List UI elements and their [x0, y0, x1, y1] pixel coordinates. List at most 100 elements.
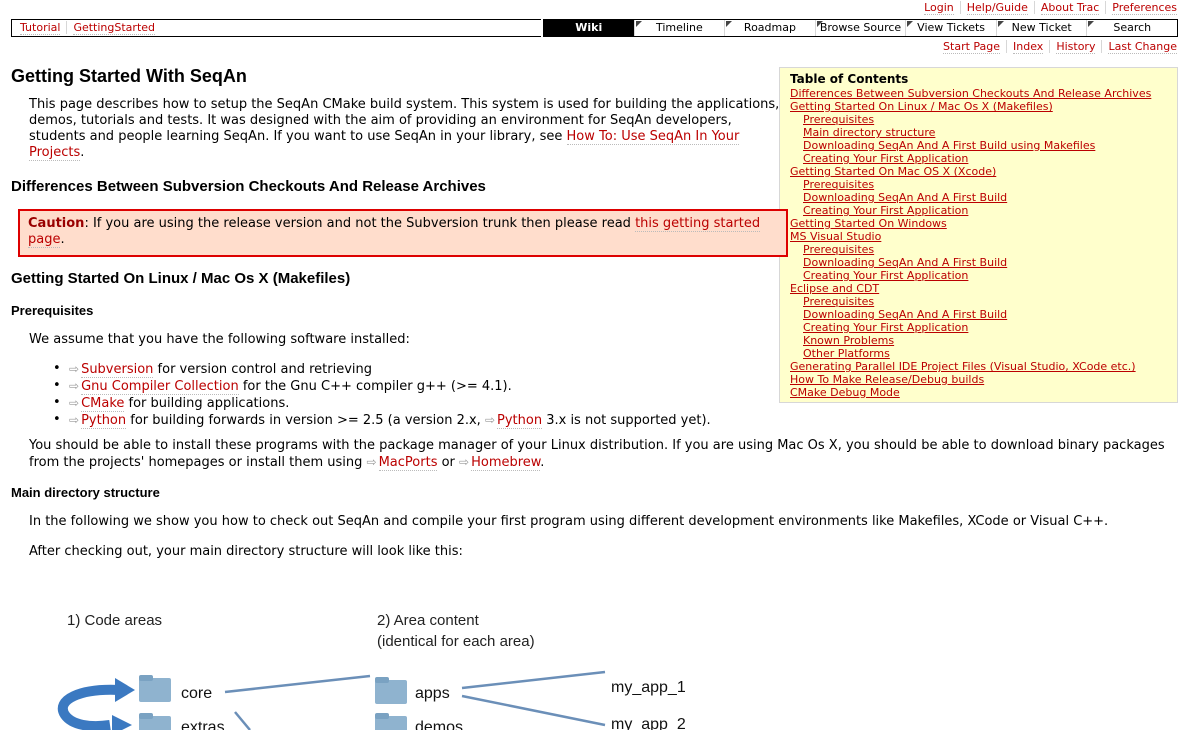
software-link[interactable]: Python: [497, 413, 543, 429]
toc-item[interactable]: Getting Started On Windows: [790, 217, 1167, 230]
tab-corner-icon: [726, 21, 733, 27]
metanav-login-link[interactable]: Login: [924, 1, 954, 15]
pagenav-last-change-link[interactable]: Last Change: [1108, 40, 1177, 54]
toc-item[interactable]: Creating Your First Application: [790, 269, 1167, 282]
list-item: • ⇨ Subversion for version control and ret…: [29, 361, 711, 378]
app-my-app-2: my_app_2: [611, 716, 686, 730]
metanav-about-trac-link[interactable]: About Trac: [1040, 1, 1100, 15]
ctxtnav-item: GettingStarted: [66, 21, 162, 35]
pagenav-history-link[interactable]: History: [1056, 40, 1096, 54]
toc-item[interactable]: Getting Started On Mac OS X (Xcode): [790, 165, 1167, 178]
toc-item[interactable]: Prerequisites: [790, 243, 1167, 256]
homebrew-link[interactable]: Homebrew: [471, 455, 541, 471]
tab-corner-icon: [816, 21, 823, 27]
connector-line: [224, 674, 371, 694]
tab-label: View Tickets: [917, 21, 986, 34]
tab-search[interactable]: Search: [1086, 20, 1177, 36]
pagenav-item: Last Change: [1101, 40, 1183, 54]
software-desc: for building applications.: [124, 396, 290, 411]
tab-label: Wiki: [575, 21, 603, 34]
bullet-icon: •: [53, 378, 61, 393]
software-list: • ⇨ Subversion for version control and ret…: [29, 361, 711, 429]
folder-icon: [139, 675, 171, 702]
folder-icon: [375, 713, 407, 730]
arrow-head-icon: [115, 678, 135, 702]
bullet-icon: •: [53, 395, 61, 410]
toc-item[interactable]: MS Visual Studio: [790, 230, 1167, 243]
list-item: • ⇨ Python for building forwards in versio…: [29, 412, 711, 429]
caution-label: Caution: [28, 216, 85, 231]
software-link[interactable]: Python: [81, 413, 127, 429]
ctxtnav-tutorial-link[interactable]: Tutorial: [20, 21, 61, 35]
tab-label: Search: [1113, 21, 1152, 34]
tab-timeline[interactable]: Timeline: [633, 20, 725, 36]
toc-item[interactable]: Prerequisites: [790, 178, 1167, 191]
metanav-preferences-link[interactable]: Preferences: [1112, 1, 1177, 15]
pagenav-index-link[interactable]: Index: [1013, 40, 1044, 54]
external-link-icon: ⇨: [69, 379, 80, 393]
app-my-app-1: my_app_1: [611, 679, 686, 696]
ctxtnav-gettingstarted-link[interactable]: GettingStarted: [73, 21, 156, 35]
area-core: core: [181, 685, 212, 702]
pagenav-start-page-link[interactable]: Start Page: [943, 40, 1001, 54]
list-item: • ⇨ CMake for building applications.: [29, 395, 711, 412]
software-link[interactable]: CMake: [81, 396, 125, 412]
tab-label: Roadmap: [743, 21, 796, 34]
toc-item[interactable]: Creating Your First Application: [790, 204, 1167, 217]
maindir-text-1: In the following we show you how to chec…: [29, 514, 1109, 529]
pagenav-item: History: [1049, 40, 1102, 54]
toc-item[interactable]: Generating Parallel IDE Project Files (V…: [790, 360, 1167, 373]
diagram-col2-title-2: (identical for each area): [377, 633, 535, 650]
toc-item[interactable]: Downloading SeqAn And A First Build: [790, 191, 1167, 204]
caution-text: : If you are using the release version a…: [84, 216, 636, 231]
external-link-icon: ⇨: [484, 413, 496, 427]
ctxtnav-item: Tutorial: [14, 21, 66, 35]
external-link-icon: ⇨: [366, 455, 377, 469]
metanav-item: About Trac: [1033, 1, 1106, 15]
tab-label: New Ticket: [1011, 21, 1072, 34]
context-nav: Tutorial GettingStarted: [11, 19, 541, 37]
tab-new-ticket[interactable]: New Ticket: [995, 20, 1087, 36]
connector-line: [234, 711, 251, 730]
tab-corner-icon: [635, 21, 642, 27]
external-link-icon: ⇨: [459, 455, 470, 469]
tab-corner-icon: [997, 21, 1004, 27]
folder-icon: [375, 677, 407, 704]
toc-item[interactable]: Prerequisites: [790, 295, 1167, 308]
bullet-icon: •: [53, 361, 61, 376]
content-apps: apps: [415, 685, 450, 702]
tab-wiki[interactable]: Wiki: [544, 20, 634, 36]
main-nav: Wiki Timeline Roadmap Browse Source View Tic…: [543, 19, 1178, 37]
tab-roadmap[interactable]: Roadmap: [724, 20, 815, 36]
toc-item[interactable]: Downloading SeqAn And A First Build: [790, 308, 1167, 321]
heading-differences: Differences Between Subversion Checkouts…: [11, 178, 486, 195]
software-desc: for version control and retrieving: [153, 362, 372, 377]
toc-item[interactable]: Other Platforms: [790, 347, 1167, 360]
toc-item[interactable]: Eclipse and CDT: [790, 282, 1167, 295]
software-link[interactable]: Subversion: [81, 362, 154, 378]
toc-item[interactable]: CMake Debug Mode: [790, 386, 1167, 399]
curved-arrow-icon: [58, 684, 121, 730]
toc-item[interactable]: How To Make Release/Debug builds: [790, 373, 1167, 386]
tab-browse-source[interactable]: Browse Source: [814, 20, 906, 36]
macports-link[interactable]: MacPorts: [378, 455, 438, 471]
caution-box: Caution: If you are using the release ve…: [18, 209, 788, 257]
directory-structure-diagram: 1) Code areas 2) Area content (identical…: [58, 612, 686, 730]
folder-icon: [139, 713, 171, 730]
wiki-content: Getting Started With SeqAn This page des…: [11, 66, 1171, 161]
tab-view-tickets[interactable]: View Tickets: [905, 20, 996, 36]
meta-nav: Login Help/Guide About Trac Preferences: [918, 1, 1183, 15]
toc-item[interactable]: Creating Your First Application: [790, 321, 1167, 334]
metanav-help-guide-link[interactable]: Help/Guide: [966, 1, 1028, 15]
intro-paragraph: This page describes how to setup the Seq…: [29, 97, 780, 161]
tab-label: Timeline: [655, 21, 703, 34]
toc-item[interactable]: Known Problems: [790, 334, 1167, 347]
external-link-icon: ⇨: [69, 413, 80, 427]
software-link[interactable]: Gnu Compiler Collection: [81, 379, 239, 395]
connector-line: [461, 694, 606, 727]
heading-linux: Getting Started On Linux / Mac Os X (Mak…: [11, 270, 351, 287]
page-title: Getting Started With SeqAn: [11, 66, 247, 86]
toc-item[interactable]: Downloading SeqAn And A First Build: [790, 256, 1167, 269]
install-text: You should be able to install these prog…: [29, 438, 1165, 470]
tab-corner-icon: [1088, 21, 1095, 27]
